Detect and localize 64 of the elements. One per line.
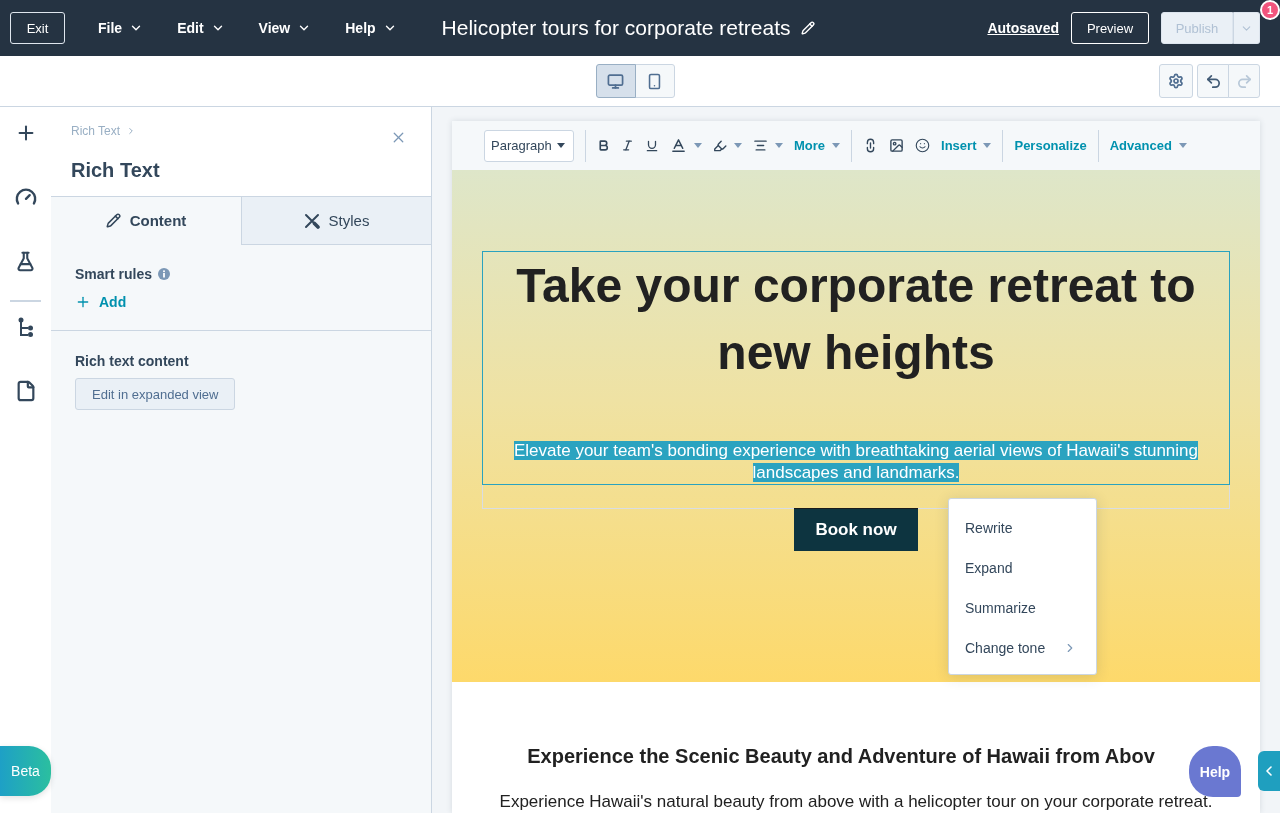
smiley-icon bbox=[915, 138, 931, 153]
gauge-icon bbox=[14, 186, 37, 208]
field-label: Smart rules bbox=[75, 266, 153, 282]
align-center-icon bbox=[753, 138, 768, 153]
highlighter-icon bbox=[713, 138, 727, 153]
hero-subheading: Elevate your team's bonding experience with breathtaking aerial views of Hawaii's stunning landscapes and landmarks. bbox=[512, 440, 1200, 484]
section-heading: Experience the Scenic Beauty and Adventure of Hawaii from Abov bbox=[526, 744, 1156, 768]
text-color-button[interactable] bbox=[670, 137, 702, 154]
caret-icon bbox=[694, 143, 702, 148]
mobile-view-button[interactable] bbox=[634, 64, 675, 98]
menu-item[interactable]: Change tone bbox=[949, 628, 1096, 668]
text-color-icon bbox=[670, 137, 687, 154]
menu-button[interactable]: Help bbox=[345, 20, 397, 36]
align-button[interactable] bbox=[753, 138, 783, 153]
undo-button[interactable] bbox=[1197, 64, 1229, 98]
menu-button[interactable]: Edit bbox=[177, 20, 225, 36]
menu-item[interactable]: Rewrite bbox=[949, 508, 1096, 548]
bold-icon bbox=[597, 139, 610, 152]
panel-title: Rich Text bbox=[71, 158, 161, 183]
image-icon bbox=[889, 138, 905, 153]
expand-view-button[interactable]: Edit in expanded view bbox=[75, 378, 236, 410]
hero-heading: Take your corporate retreat to new heights bbox=[515, 258, 1197, 381]
caret-icon bbox=[1178, 143, 1187, 148]
monitor-icon bbox=[607, 72, 624, 90]
document-title: Helicopter tours for corporate retreats bbox=[441, 16, 791, 40]
caret-icon bbox=[832, 143, 841, 148]
caret-icon bbox=[734, 143, 742, 148]
menu-item[interactable]: Summarize bbox=[949, 588, 1096, 628]
pencil-icon[interactable] bbox=[800, 21, 815, 35]
hierarchy-icon bbox=[17, 317, 34, 337]
flask-icon bbox=[15, 250, 36, 272]
desktop-view-button[interactable] bbox=[595, 64, 636, 98]
menu-item[interactable]: Expand bbox=[949, 548, 1096, 588]
plus-icon bbox=[75, 294, 91, 310]
book-now-button[interactable]: Book now bbox=[794, 508, 918, 551]
settings-icon bbox=[1168, 73, 1184, 89]
highlight-button[interactable] bbox=[713, 138, 742, 153]
menu-button[interactable]: File bbox=[98, 20, 144, 36]
menu-button[interactable]: View bbox=[258, 20, 312, 36]
caret-icon bbox=[557, 143, 565, 148]
save-status-link[interactable]: Autosaved bbox=[987, 20, 1059, 36]
panel-tab[interactable]: Styles bbox=[241, 197, 431, 245]
caret-icon bbox=[983, 143, 992, 148]
redo-icon bbox=[1235, 72, 1253, 90]
notification-badge: 1 bbox=[1260, 0, 1280, 20]
underline-button[interactable] bbox=[645, 138, 659, 153]
italic-icon bbox=[621, 139, 634, 152]
smartphone-icon bbox=[646, 72, 663, 90]
settings-button[interactable] bbox=[1159, 64, 1193, 98]
info-icon[interactable] bbox=[158, 268, 171, 280]
italic-button[interactable] bbox=[621, 139, 634, 152]
preview-button[interactable]: Preview bbox=[1071, 12, 1149, 44]
undo-icon bbox=[1204, 72, 1222, 90]
image-button[interactable] bbox=[889, 138, 905, 153]
field-label: Rich text content bbox=[75, 353, 189, 369]
caret-icon bbox=[775, 143, 783, 148]
crossed-tools-icon bbox=[303, 212, 320, 229]
pencil-icon bbox=[105, 213, 121, 228]
emoji-button[interactable] bbox=[915, 138, 931, 153]
expand-panel-tab[interactable] bbox=[1258, 751, 1280, 791]
exit-button[interactable]: Exit bbox=[10, 12, 65, 44]
bold-button[interactable] bbox=[597, 139, 610, 152]
underline-icon bbox=[645, 138, 659, 153]
format-dropdown[interactable]: Paragraph bbox=[484, 129, 574, 162]
